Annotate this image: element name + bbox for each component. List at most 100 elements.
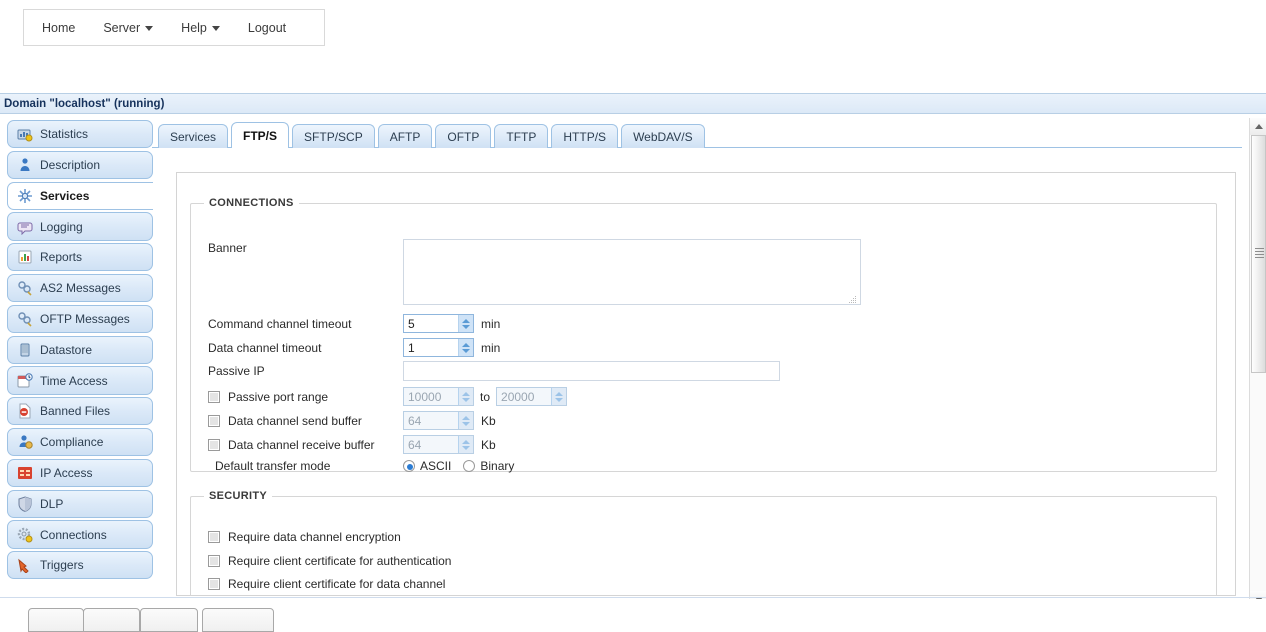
stepper-up-icon[interactable] bbox=[462, 342, 470, 347]
scroll-up-arrow-icon[interactable] bbox=[1250, 118, 1266, 135]
sidebar-item-compliance[interactable]: Compliance bbox=[7, 427, 153, 457]
connections-icon bbox=[17, 527, 33, 543]
statistics-icon bbox=[17, 126, 33, 142]
bottom-button-bar bbox=[0, 599, 1266, 632]
passive-port-from-stepper[interactable] bbox=[403, 387, 474, 406]
data-channel-send-buffer-checkbox[interactable] bbox=[208, 414, 220, 427]
require-client-cert-data-checkbox[interactable] bbox=[208, 578, 220, 590]
tab-sftp-scp[interactable]: SFTP/SCP bbox=[292, 124, 375, 148]
dlp-icon bbox=[17, 496, 33, 512]
stepper-buttons[interactable] bbox=[458, 388, 473, 405]
stepper-up-icon[interactable] bbox=[462, 415, 470, 420]
require-data-channel-encryption-label: Require data channel encryption bbox=[228, 530, 401, 544]
sidebar-item-label: Triggers bbox=[40, 558, 84, 573]
sidebar-item-description[interactable]: Description bbox=[7, 150, 153, 180]
sidebar-item-logging[interactable]: Logging bbox=[7, 212, 153, 241]
vertical-scrollbar[interactable] bbox=[1249, 118, 1266, 608]
require-client-cert-data-label: Require client certificate for data chan… bbox=[228, 577, 446, 591]
nav-item-logout[interactable]: Logout bbox=[234, 10, 300, 45]
transfer-mode-binary-radio[interactable] bbox=[463, 460, 476, 472]
stepper-down-icon[interactable] bbox=[462, 397, 470, 402]
sidebar-item-triggers[interactable]: Triggers bbox=[7, 551, 153, 580]
sidebar-item-connections[interactable]: Connections bbox=[7, 520, 153, 549]
sidebar-item-banned-files[interactable]: Banned Files bbox=[7, 397, 153, 426]
data-channel-send-buffer-input[interactable] bbox=[404, 412, 458, 429]
data-channel-receive-buffer-input[interactable] bbox=[404, 436, 458, 453]
sidebar-item-reports[interactable]: Reports bbox=[7, 243, 153, 272]
data-channel-receive-buffer-stepper[interactable] bbox=[403, 435, 474, 454]
tab-tftp[interactable]: TFTP bbox=[494, 124, 549, 148]
tab-ftp-s[interactable]: FTP/S bbox=[231, 122, 290, 148]
tab-label: FTP/S bbox=[243, 128, 278, 143]
command-channel-timeout-stepper[interactable] bbox=[403, 314, 474, 333]
sidebar-item-time-access[interactable]: Time Access bbox=[7, 366, 153, 395]
require-data-channel-encryption-checkbox[interactable] bbox=[208, 531, 220, 543]
data-channel-timeout-input[interactable] bbox=[404, 339, 458, 356]
bottom-action-button[interactable] bbox=[140, 608, 198, 632]
tab-services[interactable]: Services bbox=[158, 124, 229, 148]
sidebar-item-statistics[interactable]: Statistics bbox=[7, 120, 153, 149]
command-channel-timeout-unit: min bbox=[481, 316, 501, 331]
passive-port-from-input[interactable] bbox=[404, 388, 458, 405]
command-channel-timeout-input[interactable] bbox=[404, 315, 458, 332]
tab-oftp[interactable]: OFTP bbox=[435, 124, 492, 148]
sidebar-item-services[interactable]: Services bbox=[7, 181, 153, 210]
sidebar-item-label: IP Access bbox=[40, 465, 93, 480]
passive-ip-input[interactable] bbox=[403, 361, 780, 381]
transfer-mode-ascii-radio[interactable] bbox=[403, 460, 415, 472]
bottom-action-button[interactable] bbox=[83, 608, 140, 632]
data-channel-send-buffer-stepper[interactable] bbox=[403, 411, 474, 430]
sidebar-item-oftp-messages[interactable]: OFTP Messages bbox=[7, 304, 153, 334]
stepper-up-icon[interactable] bbox=[462, 439, 470, 444]
bottom-action-button[interactable] bbox=[202, 608, 274, 632]
stepper-buttons[interactable] bbox=[458, 412, 473, 429]
stepper-down-icon[interactable] bbox=[555, 397, 564, 402]
stepper-up-icon[interactable] bbox=[462, 391, 470, 396]
nav-item-label: Help bbox=[181, 20, 207, 35]
nav-item-server[interactable]: Server bbox=[89, 10, 167, 45]
tab-label: Services bbox=[170, 129, 217, 144]
passive-port-range-label: Passive port range bbox=[228, 389, 329, 404]
stepper-buttons[interactable] bbox=[458, 339, 473, 356]
scrollbar-grip-icon bbox=[1255, 248, 1264, 260]
banner-label: Banner bbox=[208, 241, 247, 255]
stepper-down-icon[interactable] bbox=[462, 421, 470, 426]
stepper-down-icon[interactable] bbox=[462, 348, 470, 353]
banner-textarea[interactable] bbox=[403, 239, 861, 305]
data-channel-receive-buffer-checkbox[interactable] bbox=[208, 438, 220, 451]
tab-http-s[interactable]: HTTP/S bbox=[551, 124, 619, 148]
sidebar-item-label: OFTP Messages bbox=[40, 311, 130, 326]
tab-aftp[interactable]: AFTP bbox=[377, 124, 433, 148]
require-data-channel-encryption-row: Require data channel encryption bbox=[208, 530, 401, 544]
stepper-up-icon[interactable] bbox=[555, 391, 564, 396]
chevron-down-icon bbox=[145, 26, 154, 31]
stepper-buttons[interactable] bbox=[458, 315, 473, 332]
passive-port-range-checkbox[interactable] bbox=[208, 390, 220, 403]
nav-item-help[interactable]: Help bbox=[167, 10, 234, 45]
tab-label: AFTP bbox=[389, 129, 421, 144]
sidebar-item-label: Connections bbox=[40, 527, 107, 542]
require-client-cert-auth-checkbox[interactable] bbox=[208, 555, 220, 567]
sidebar-item-datastore[interactable]: Datastore bbox=[7, 335, 153, 364]
data-channel-timeout-stepper[interactable] bbox=[403, 338, 474, 357]
tab-label: WebDAV/S bbox=[633, 129, 693, 144]
bottom-action-button[interactable] bbox=[28, 608, 84, 632]
scrollbar-thumb[interactable] bbox=[1251, 135, 1266, 373]
passive-port-to-input[interactable] bbox=[497, 388, 552, 405]
nav-item-home[interactable]: Home bbox=[24, 10, 89, 45]
tab-webdav-s[interactable]: WebDAV/S bbox=[621, 124, 705, 148]
data-channel-timeout-label: Data channel timeout bbox=[208, 340, 322, 355]
top-navigation-bar: Home Server Help Logout bbox=[23, 9, 325, 46]
stepper-buttons[interactable] bbox=[551, 388, 567, 405]
datastore-icon bbox=[17, 342, 33, 358]
chevron-down-icon bbox=[211, 26, 220, 31]
stepper-down-icon[interactable] bbox=[462, 445, 470, 450]
passive-port-to-stepper[interactable] bbox=[496, 387, 568, 406]
sidebar-item-as2-messages[interactable]: AS2 Messages bbox=[7, 273, 153, 303]
stepper-buttons[interactable] bbox=[458, 436, 473, 453]
sidebar-item-ip-access[interactable]: IP Access bbox=[7, 458, 153, 488]
stepper-up-icon[interactable] bbox=[462, 318, 470, 323]
banner-row: Banner bbox=[208, 239, 861, 308]
sidebar-item-dlp[interactable]: DLP bbox=[7, 489, 153, 518]
stepper-down-icon[interactable] bbox=[462, 324, 470, 329]
